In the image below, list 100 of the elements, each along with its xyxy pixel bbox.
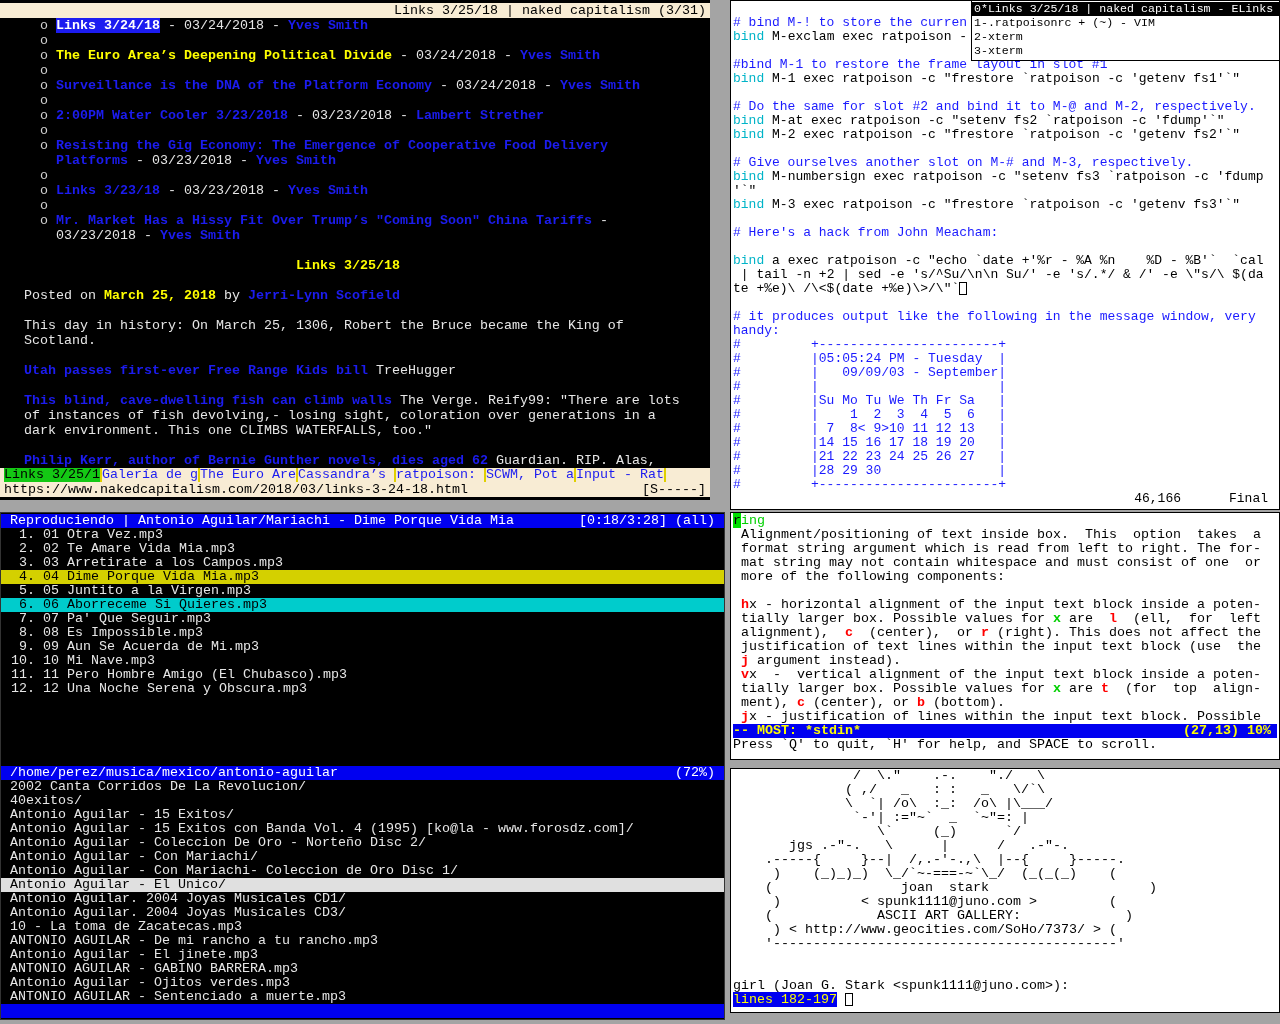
bullet-text: o	[40, 93, 48, 108]
mode-text: -- MOST: *stdin*	[733, 724, 861, 738]
window-list-item[interactable]: 1-.ratpoisonrc + (~) - VIM	[972, 16, 1279, 30]
playlist-row[interactable]: 9. 09 Aun Se Acuerda de Mi.mp3	[1, 640, 724, 654]
file-row[interactable]: ANTONIO AGUILAR - De mi rancho a tu rancho.mp3	[1, 934, 724, 948]
track-title: 12 Una Noche Serena y Obscura.mp3	[43, 682, 307, 696]
terminal-text: Guardian. RIP. Alas,	[495, 453, 656, 468]
comment-text: # Here's a hack from John Meacham:	[733, 225, 999, 240]
bullet-text: o	[40, 183, 48, 198]
playlist-row[interactable]: 3. 03 Arretirate a los Campos.mp3	[1, 556, 724, 570]
tab[interactable]: Links 3/25/1	[4, 468, 102, 482]
terminal-text: ment),	[741, 695, 789, 710]
file-row[interactable]: Antonio Aguilar - 15 Exitos con Banda Vol. 4 (1995) [ko@la - www.forosdz.com]/	[1, 822, 724, 836]
file-row[interactable]: 40exitos/	[1, 794, 724, 808]
file-row[interactable]: ANTONIO AGUILAR - GABINO BARRERA.mp3	[1, 962, 724, 976]
playlist-row[interactable]: 11. 11 Pero Hombre Amigo (El Chubasco).mp3	[1, 668, 724, 682]
file-row[interactable]: Antonio Aguilar - 15 Exitos/	[1, 808, 724, 822]
track-number: 5.	[18, 584, 35, 598]
terminal-text: `-'| :="~` _ `~"=: |	[853, 810, 1029, 825]
option-letter: c	[845, 625, 853, 640]
keyword-text: bind	[733, 113, 765, 128]
focused-link[interactable]: Links 3/24/18	[56, 18, 160, 33]
terminal-text: (center), or	[869, 625, 973, 640]
terminal-text: M-numbersign exec ratpoison -c "setenv fs3 `ratpoison -c 'fdump	[772, 169, 1264, 184]
file-row[interactable]: ANTONIO AGUILAR - Sentenciado a muerte.mp3	[1, 990, 724, 1004]
terminal-text: more of the following components:	[741, 569, 1005, 584]
terminal-text: M-exclam exec ratpoison -	[772, 29, 968, 44]
terminal-text: are	[1068, 611, 1093, 626]
terminal-text: - 03/23/2018 -	[168, 183, 280, 198]
terminal-text: - 03/24/2018 -	[399, 48, 512, 63]
comment-text: # Give ourselves another slot on M-# and M-3, respectively.	[733, 155, 1194, 170]
track-number: 1.	[18, 528, 35, 542]
playlist-row[interactable]: 5. 05 Juntito a la Virgen.mp3	[1, 584, 724, 598]
terminal-text: - 03/23/2018 -	[295, 108, 408, 123]
option-letter: r	[980, 625, 989, 640]
terminal-text: (center), or	[813, 695, 909, 710]
directory-path: /home/perez/musica/mexico/antonio-aguilar	[10, 766, 338, 780]
variable-letter: x	[1052, 611, 1061, 626]
playlist-row[interactable]: 2. 02 Te Amare Vida Mia.mp3	[1, 542, 724, 556]
track-number: 2.	[18, 542, 35, 556]
track-title: 03 Arretirate a los Campos.mp3	[43, 556, 283, 570]
comment-text: # | 7 8< 9>10 11 12 13 |	[733, 421, 1007, 436]
track-title: 06 Aborreceme Si Quieres.mp3	[43, 598, 267, 612]
position-text: (27,13) 10%	[1183, 724, 1271, 738]
file-row[interactable]: 10 - La toma de Zacatecas.mp3	[1, 920, 724, 934]
window-list-item[interactable]: 0*Links 3/25/18 | naked capitalism - ELinks	[972, 2, 1279, 16]
terminal-text: a exec ratpoison -c "echo `date +'%r - %A %n %D - %B'` `cal	[772, 253, 1264, 268]
terminal-text: jgs .-"-. \ | / .-"-.	[789, 838, 1069, 853]
playlist-row[interactable]: 7. 07 Pa' Que Seguir.mp3	[1, 612, 724, 626]
help-text: Press `Q' to quit, `H' for help, and SPACE to scroll.	[733, 738, 1158, 752]
window-list-item[interactable]: 2-xterm	[972, 30, 1279, 44]
file-row[interactable]: Antonio Aguilar. 2004 Joyas Musicales CD3/	[1, 906, 724, 920]
option-letter: b	[917, 695, 925, 710]
comment-text: handy:	[733, 323, 780, 338]
comment-text: # | 1 2 3 4 5 6 |	[733, 407, 1007, 422]
terminal-text: M-1 exec ratpoison -c "frestore `ratpoison -c 'getenv fs1'`"	[772, 71, 1241, 86]
comment-text: # |05:05:24 PM - Tuesday |	[733, 351, 1007, 366]
track-title: 08 Es Impossible.mp3	[43, 626, 203, 640]
cursor-block	[959, 282, 968, 296]
scroll-position: Final	[1229, 492, 1268, 506]
file-row[interactable]: Antonio Aguilar - Con Mariachi- Coleccion de Oro Disc 1/	[1, 864, 724, 878]
playlist-row[interactable]: 4. 04 Dime Porque Vida Mia.mp3	[1, 570, 724, 584]
comment-text: # | |	[733, 379, 1007, 394]
playlist-row[interactable]: 10. 10 Mi Nave.mp3	[1, 654, 724, 668]
bullet-text: o	[40, 168, 48, 183]
playlist-row[interactable]: 8. 08 Es Impossible.mp3	[1, 626, 724, 640]
comment-text: # |14 15 16 17 18 19 20 |	[733, 435, 1007, 450]
terminal-text: ) (_)_)_) \_/`~-===-~`\_/ (_(_(_) (	[773, 866, 1117, 881]
track-number: 12.	[10, 682, 35, 696]
keyword-text: bind	[733, 29, 765, 44]
bullet-text: o	[40, 123, 48, 138]
playlist-row[interactable]: 12. 12 Una Noche Serena y Obscura.mp3	[1, 682, 724, 696]
file-row[interactable]: Antonio Aguilar - El Unico/	[1, 878, 724, 892]
comment-text: # |Su Mo Tu We Th Fr Sa |	[733, 393, 1007, 408]
bullet-text: o	[40, 198, 48, 213]
cursor-position: 46,166	[1134, 492, 1181, 506]
terminal-text: ( joan stark )	[765, 880, 1157, 895]
track-title: 09 Aun Se Acuerda de Mi.mp3	[43, 640, 259, 654]
bullet-text: o	[40, 78, 48, 93]
terminal-text: tially larger box. Possible values for	[741, 681, 1045, 696]
file-row[interactable]: Antonio Aguilar - Coleccion De Oro - Norteño Disc 2/	[1, 836, 724, 850]
keyword-text: bind	[733, 71, 765, 86]
playlist-row[interactable]: 1. 01 Otra Vez.mp3	[1, 528, 724, 542]
track-title: 02 Te Amare Vida Mia.mp3	[43, 542, 235, 556]
playlist-row[interactable]: 6. 06 Aborreceme Si Quieres.mp3	[1, 598, 724, 612]
file-row[interactable]: Antonio Aguilar - Con Mariachi/	[1, 850, 724, 864]
comment-text: # | 09/09/03 - September|	[733, 365, 1007, 380]
terminal-text: Scotland.	[24, 333, 96, 348]
track-number: 3.	[18, 556, 35, 570]
track-number: 8.	[18, 626, 35, 640]
file-row[interactable]: Antonio Aguilar - Ojitos verdes.mp3	[1, 976, 724, 990]
terminal-text: M-at exec ratpoison -c "setenv fs2 `ratpoison -c 'fdump'`"	[772, 113, 1225, 128]
window-list-item[interactable]: 3-xterm	[972, 44, 1279, 58]
file-row[interactable]: 2002 Canta Corridos De La Revolucion/	[1, 780, 724, 794]
terminal-text: dark environment. This one CLIMBS WATERFALLS, too."	[24, 423, 432, 438]
terminal-text: - 03/23/2018 -	[136, 153, 248, 168]
file-row[interactable]: Antonio Aguilar - El jinete.mp3	[1, 948, 724, 962]
terminal-text: / \." .-. "./ \	[853, 768, 1045, 783]
file-row[interactable]: Antonio Aguilar. 2004 Joyas Musicales CD1/	[1, 892, 724, 906]
keyword-text: bind	[733, 197, 765, 212]
